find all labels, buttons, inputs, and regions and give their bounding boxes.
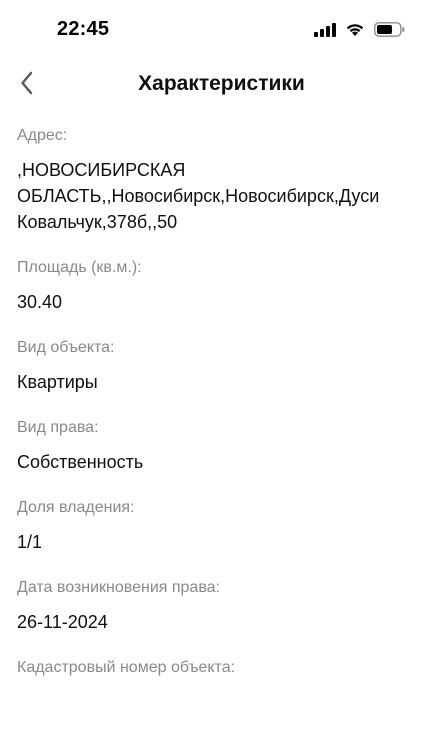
right-type-value: Собственность (17, 452, 144, 472)
object-type-value: Квартиры (17, 372, 98, 392)
status-icons (314, 22, 405, 37)
right-date-label: Дата возникновения права: (17, 579, 220, 596)
address-field: Адрес: ,НОВОСИБИРСКАЯ ОБЛАСТЬ,,Новосибир… (17, 126, 429, 235)
right-type-field: Вид права: Собственность (17, 418, 429, 475)
right-date-field: Дата возникновения права: 26-11-2024 (17, 578, 429, 635)
wifi-icon (345, 22, 365, 37)
area-label: Площадь (кв.м.): (17, 259, 142, 276)
battery-icon (374, 22, 405, 37)
page-title: Характеристики (138, 72, 305, 95)
characteristics-list: Адрес: ,НОВОСИБИРСКАЯ ОБЛАСТЬ,,Новосибир… (17, 126, 429, 730)
cadastral-number-value (17, 689, 429, 707)
object-type-label: Вид объекта: (17, 339, 115, 356)
ownership-share-value: 1/1 (17, 532, 43, 552)
object-type-field: Вид объекта: Квартиры (17, 338, 429, 395)
right-type-label: Вид права: (17, 419, 99, 436)
status-time: 22:45 (57, 18, 110, 40)
ownership-share-field: Доля владения: 1/1 (17, 498, 429, 555)
ownership-share-label: Доля владения: (17, 499, 135, 516)
address-label: Адрес: (17, 127, 68, 144)
address-value: ,НОВОСИБИРСКАЯ ОБЛАСТЬ,,Новосибирск,Ново… (17, 160, 380, 232)
area-value: 30.40 (17, 292, 63, 312)
area-field: Площадь (кв.м.): 30.40 (17, 258, 429, 315)
cadastral-number-label: Кадастровый номер объекта: (17, 659, 236, 676)
signal-icon (314, 22, 336, 37)
status-bar: 22:45 (0, 0, 443, 56)
cadastral-number-field: Кадастровый номер объекта: (17, 658, 429, 707)
navigation-bar: Характеристики (0, 56, 443, 110)
right-date-value: 26-11-2024 (17, 612, 108, 632)
